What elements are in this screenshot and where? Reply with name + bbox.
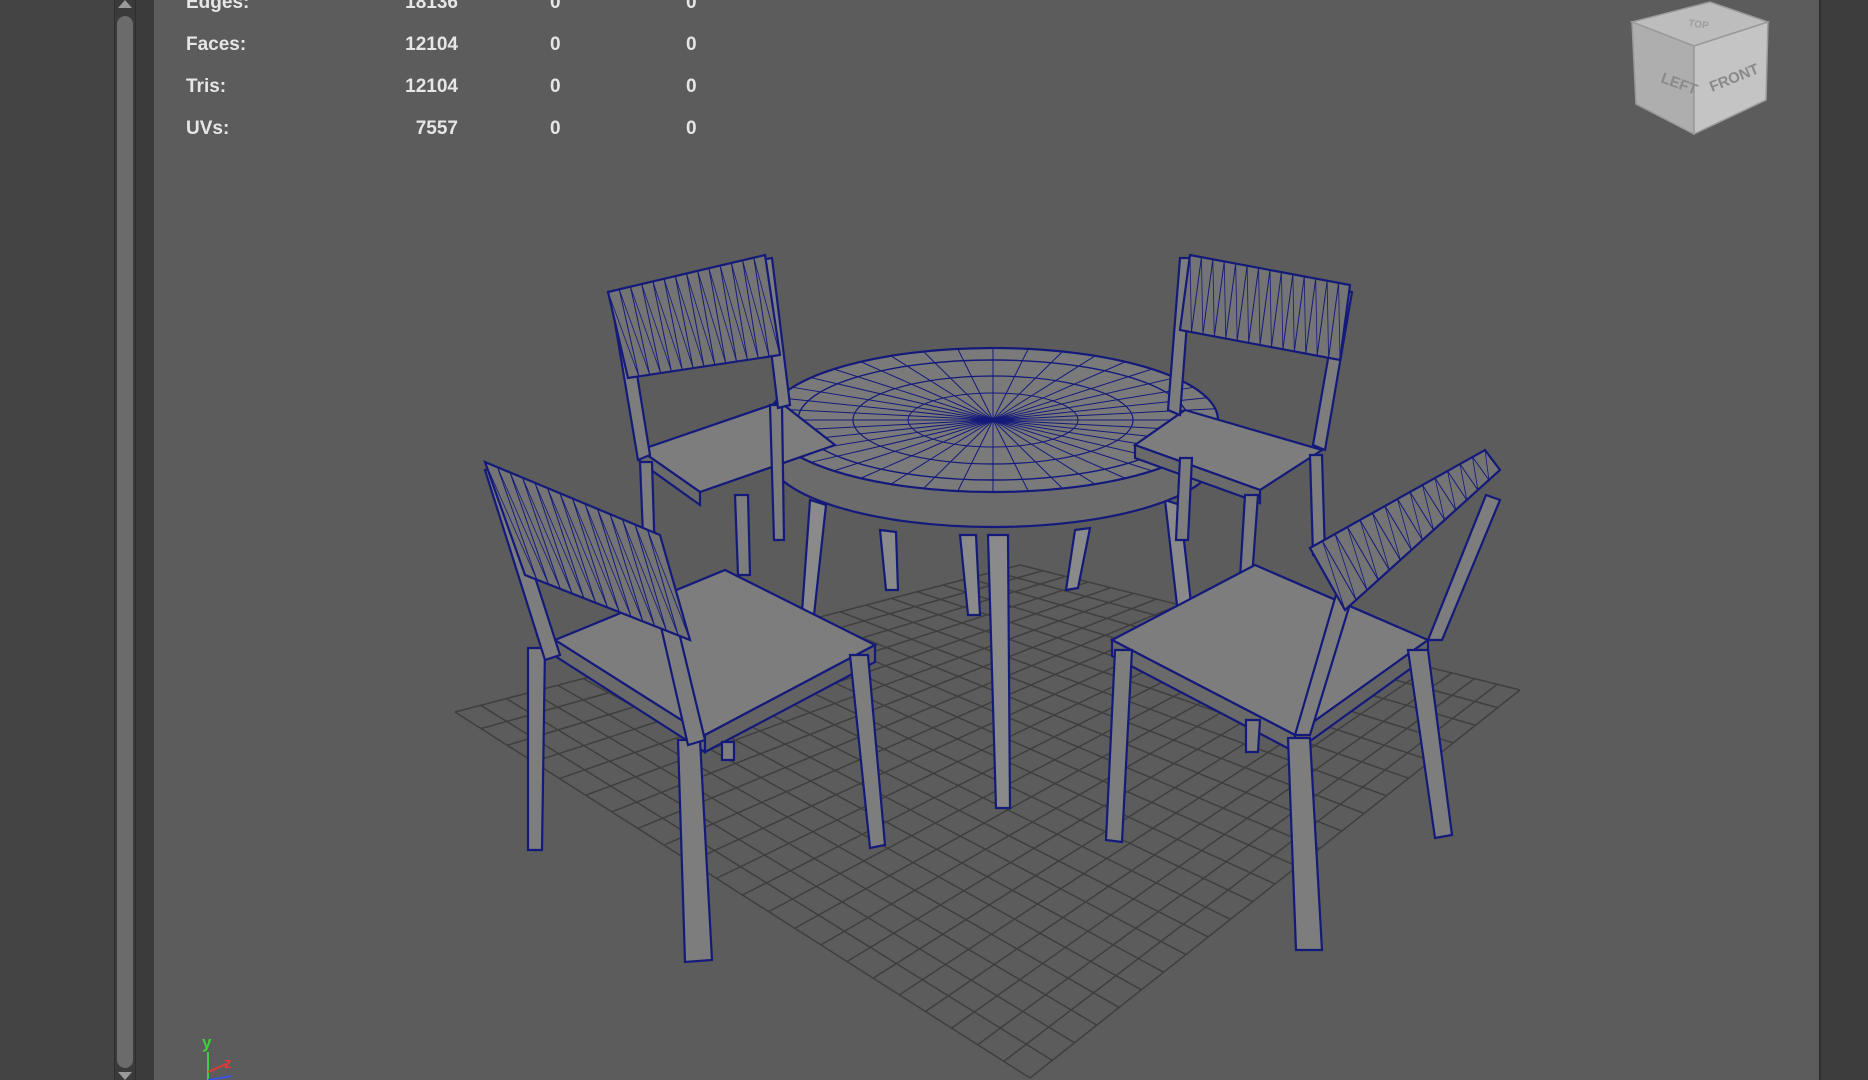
chair-front-left[interactable]	[483, 460, 887, 964]
viewcube[interactable]: LEFT FRONT TOP	[1629, 1, 1771, 136]
wireframe-scene[interactable]: LEFT FRONT TOP y z	[0, 0, 1868, 1080]
axis-y-label: y	[202, 1033, 212, 1052]
chair-front-right[interactable]	[1104, 448, 1502, 952]
axis-gizmo: y z	[202, 1033, 233, 1080]
table-model[interactable]	[766, 346, 1220, 810]
axis-z-label: z	[224, 1055, 232, 1072]
